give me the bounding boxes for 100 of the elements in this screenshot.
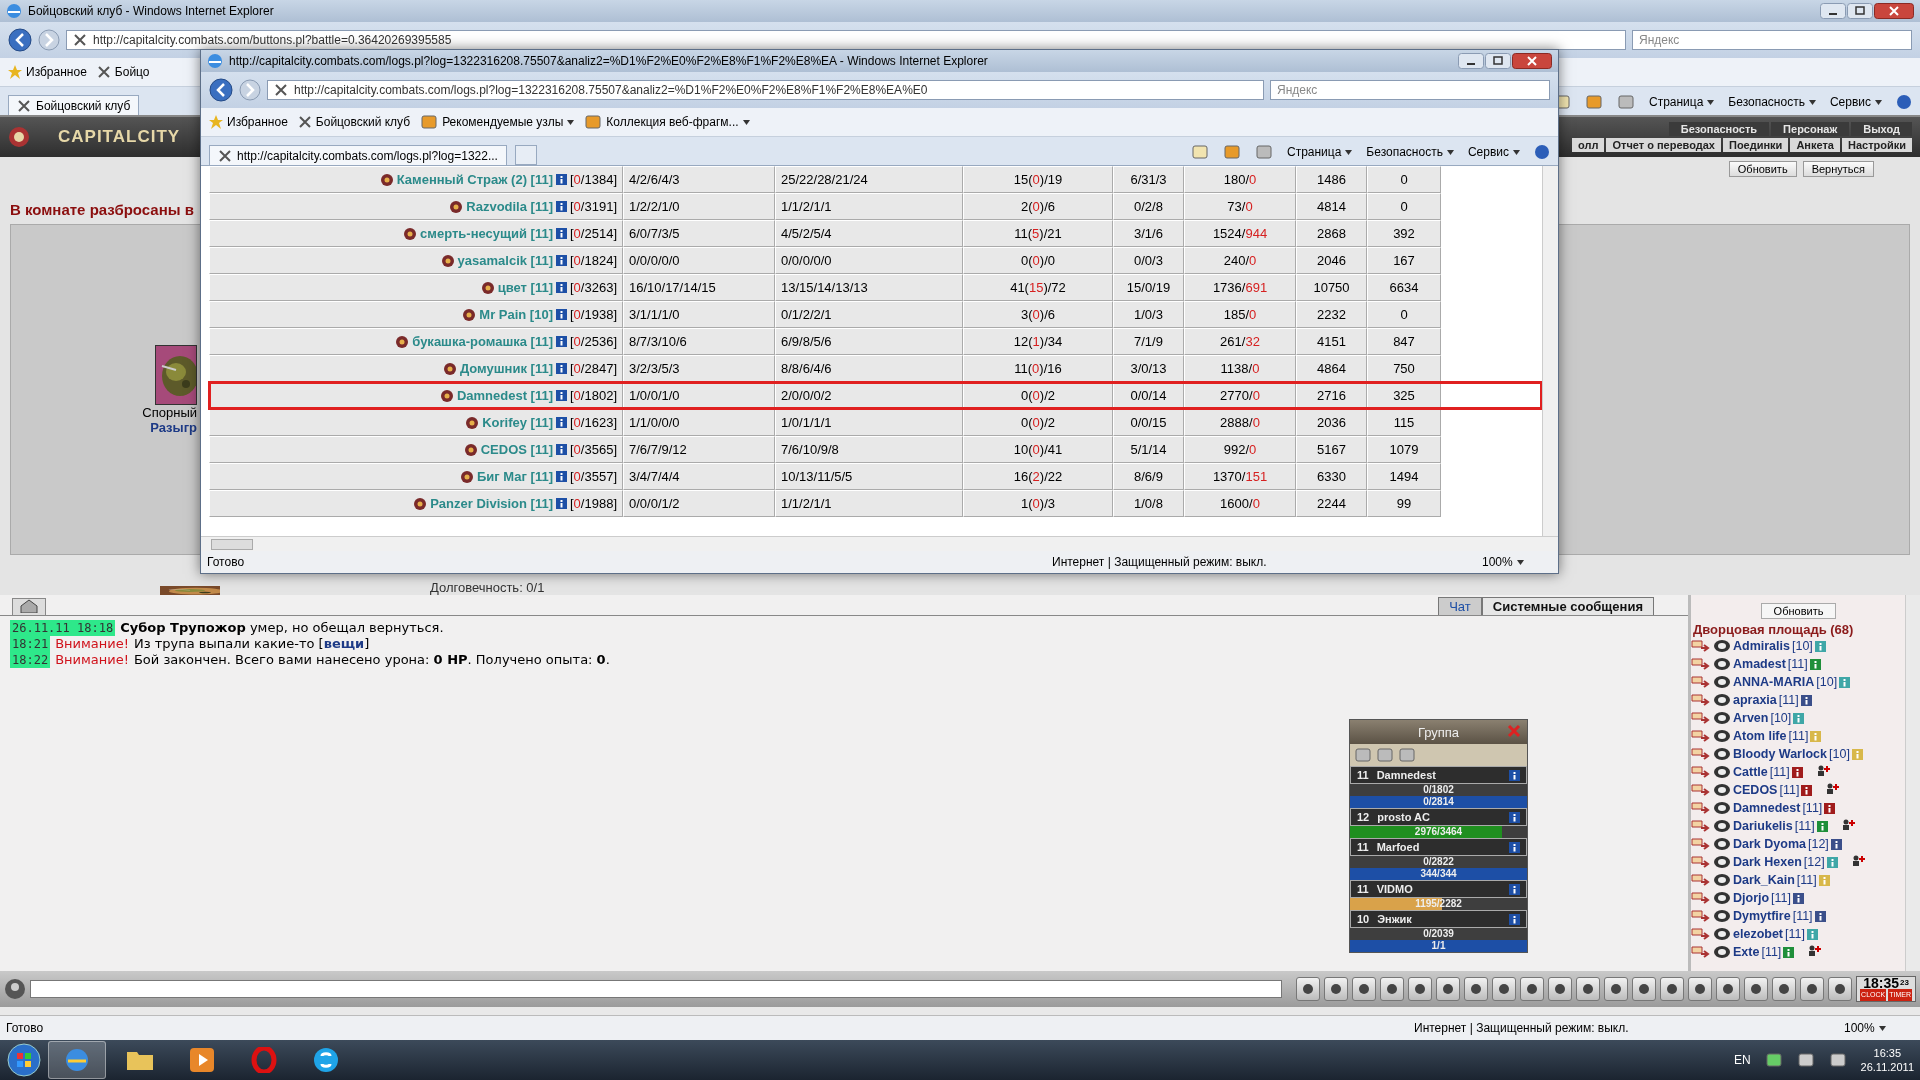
info-icon[interactable] — [1509, 769, 1520, 781]
private-message-icon[interactable] — [1691, 729, 1711, 743]
menu-link[interactable]: Поединки — [1722, 138, 1789, 152]
private-message-icon[interactable] — [1691, 891, 1711, 905]
search-field[interactable]: Яндекс — [1270, 80, 1550, 100]
favorites-button[interactable]: Избранное — [209, 115, 288, 129]
scrollbar[interactable] — [1542, 166, 1558, 536]
favorites-button[interactable]: Избранное — [8, 65, 87, 79]
info-icon[interactable] — [556, 444, 567, 455]
user-name[interactable]: Cattle — [1733, 765, 1768, 779]
start-button[interactable] — [6, 1042, 42, 1078]
toolbar-button[interactable] — [1632, 977, 1657, 1001]
back-button[interactable] — [209, 78, 233, 102]
close-button[interactable] — [1874, 3, 1914, 19]
info-icon[interactable] — [1509, 811, 1520, 823]
address-field[interactable]: http://capitalcity.combats.com/logs.pl?log=1322316208.75507&analiz2=%D1%F2%E0%F2%E8%F1%F2%E8%EA%E0 — [267, 80, 1264, 100]
private-message-icon[interactable] — [1691, 873, 1711, 887]
chat-tab[interactable]: Чат — [1438, 597, 1482, 615]
user-name[interactable]: elezobet — [1733, 927, 1783, 941]
info-icon[interactable] — [556, 228, 567, 239]
info-icon[interactable] — [1830, 838, 1842, 850]
info-icon[interactable] — [556, 471, 567, 482]
member-row[interactable]: 10 Энжик — [1350, 910, 1527, 928]
favorite-menu[interactable]: Коллекция веб-фрагм... — [584, 114, 750, 130]
forward-button[interactable] — [38, 29, 60, 51]
feed-icon[interactable] — [584, 114, 603, 130]
private-message-icon[interactable] — [1691, 837, 1711, 851]
toolbar-button[interactable] — [1352, 977, 1377, 1001]
private-message-icon[interactable] — [1691, 765, 1711, 779]
minimize-button[interactable] — [1458, 53, 1484, 69]
search-field[interactable]: Яндекс — [1632, 30, 1912, 50]
network-icon[interactable] — [1796, 1052, 1815, 1068]
person-plus-icon[interactable] — [1824, 783, 1841, 797]
tray-icon[interactable] — [1764, 1052, 1783, 1068]
forward-button[interactable] — [239, 79, 261, 101]
info-icon[interactable] — [1793, 892, 1805, 904]
info-icon[interactable] — [1509, 841, 1520, 853]
toolbar-button[interactable] — [1492, 977, 1517, 1001]
user-name[interactable]: CEDOS — [1733, 783, 1778, 797]
menu-link[interactable]: Выход — [1851, 122, 1912, 136]
minimize-button[interactable] — [1820, 3, 1846, 19]
item-link[interactable]: Разыгр — [150, 419, 197, 435]
browser-tab[interactable]: http://capitalcity.combats.com/logs.pl?log=1322... — [209, 145, 507, 165]
feed-button[interactable] — [1222, 144, 1241, 160]
private-message-icon[interactable] — [1691, 819, 1711, 833]
info-icon[interactable] — [1824, 802, 1836, 814]
close-button[interactable] — [1512, 53, 1552, 69]
menu-link[interactable]: олл — [1572, 138, 1605, 152]
toolbar-button[interactable] — [1324, 977, 1349, 1001]
toolbar-button[interactable] — [1464, 977, 1489, 1001]
info-icon[interactable] — [556, 255, 567, 266]
user-name[interactable]: Dymytfire — [1733, 909, 1791, 923]
user-name[interactable]: Damnedest — [1733, 801, 1801, 815]
help-button[interactable] — [1534, 144, 1550, 160]
chat-tab[interactable]: Системные сообщения — [1481, 597, 1654, 615]
toolbar-button[interactable] — [1660, 977, 1685, 1001]
info-icon[interactable] — [1801, 784, 1813, 796]
toolbar-button[interactable] — [1408, 977, 1433, 1001]
user-name[interactable]: Dark Hexen — [1733, 855, 1802, 869]
menu-link[interactable]: Отчет о переводах — [1606, 138, 1721, 152]
toolbar-button[interactable] — [1604, 977, 1629, 1001]
info-icon[interactable] — [556, 201, 567, 212]
toolbar-button[interactable] — [1436, 977, 1461, 1001]
toolbar-button[interactable] — [1520, 977, 1545, 1001]
toolbar-button[interactable] — [1772, 977, 1797, 1001]
private-message-icon[interactable] — [1691, 747, 1711, 761]
game-button[interactable]: Обновить — [1728, 161, 1797, 177]
toolbar-button[interactable] — [1548, 977, 1573, 1001]
home-button[interactable] — [1190, 144, 1209, 160]
user-name[interactable]: Amadest — [1733, 657, 1786, 671]
print-button[interactable] — [1254, 144, 1273, 160]
private-message-icon[interactable] — [1691, 927, 1711, 941]
maximize-button[interactable] — [1485, 53, 1511, 69]
browser-tab[interactable]: Бойцовский клуб — [8, 95, 140, 115]
info-icon[interactable] — [556, 363, 567, 374]
user-name[interactable]: Exte — [1733, 945, 1760, 959]
info-icon[interactable] — [556, 498, 567, 509]
command-menu[interactable]: Страница — [1286, 145, 1353, 159]
menu-link[interactable]: Безопасность — [1668, 122, 1770, 136]
user-name[interactable]: Djorjo — [1733, 891, 1770, 905]
private-message-icon[interactable] — [1691, 693, 1711, 707]
feed-icon[interactable] — [420, 114, 439, 130]
menu-link[interactable]: Персонаж — [1771, 122, 1850, 136]
member-row[interactable]: 11 VIDMO — [1350, 880, 1527, 898]
chat-input[interactable] — [30, 980, 1283, 998]
user-name[interactable]: Dark Dyoma — [1733, 837, 1806, 851]
address-field[interactable]: http://capitalcity.combats.com/buttons.pl?battle=0.36420269395585 — [66, 30, 1626, 50]
info-icon[interactable] — [1791, 766, 1803, 778]
menu-link[interactable]: Настройки — [1841, 138, 1912, 152]
member-row[interactable]: 12 prosto AC — [1350, 808, 1527, 826]
taskbar-clock[interactable]: 16:35 26.11.2011 — [1860, 1046, 1914, 1074]
command-menu[interactable]: Сервис — [1829, 95, 1882, 109]
toolbar-button[interactable] — [1828, 977, 1853, 1001]
user-name[interactable]: Bloody Warlock — [1733, 747, 1827, 761]
user-name[interactable]: Atom life — [1733, 729, 1787, 743]
back-button[interactable] — [8, 28, 32, 52]
info-icon[interactable] — [1800, 694, 1812, 706]
toolbar-button[interactable] — [1296, 977, 1321, 1001]
maximize-button[interactable] — [1847, 3, 1873, 19]
info-icon[interactable] — [1509, 913, 1520, 925]
